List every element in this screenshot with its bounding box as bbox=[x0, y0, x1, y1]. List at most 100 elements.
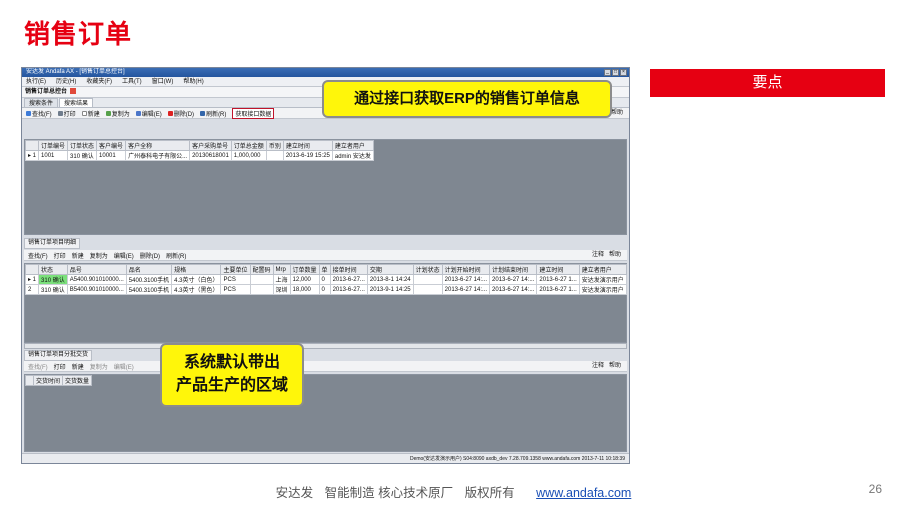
close-icon[interactable]: × bbox=[620, 69, 627, 76]
details-table-row[interactable]: ▸ 1 310 确认 A5400.901010000... 5400.3100手机 4.… bbox=[24, 274, 627, 285]
copy-as-button[interactable]: 复制为 bbox=[105, 109, 130, 118]
split-print-button[interactable]: 打印 bbox=[54, 362, 66, 371]
menu-window[interactable]: 窗口(W) bbox=[152, 77, 174, 86]
menu-tools[interactable]: 工具(T) bbox=[122, 77, 142, 86]
details-table-cell[interactable]: 上海 bbox=[272, 274, 291, 285]
detail-delete-button[interactable]: 删除(D) bbox=[140, 251, 160, 260]
new-button[interactable]: 新建 bbox=[81, 109, 100, 118]
close-form-icon[interactable] bbox=[70, 88, 77, 95]
footer-url-link[interactable]: www.andafa.com bbox=[536, 486, 631, 500]
details-column-header[interactable]: 交期 bbox=[366, 264, 414, 275]
split-column-header[interactable]: 交货数量 bbox=[62, 375, 93, 386]
details-table-cell[interactable]: 5400.3100手机 bbox=[125, 284, 173, 295]
details-column-header[interactable]: 配置码 bbox=[249, 264, 274, 275]
details-table-cell[interactable]: 安达发演示用户 bbox=[578, 274, 627, 285]
orders-column-header[interactable]: 建立时间 bbox=[282, 140, 333, 151]
details-table-cell[interactable]: B5400.901010000... bbox=[66, 284, 127, 295]
refresh-button[interactable]: 刷新(R) bbox=[200, 109, 226, 118]
menu-help[interactable]: 帮助(H) bbox=[183, 77, 203, 86]
row-indicator[interactable]: 2 bbox=[24, 284, 40, 295]
orders-table-cell[interactable]: admin 安达发 bbox=[331, 150, 374, 161]
orders-column-header[interactable]: 客户采购单号 bbox=[189, 140, 232, 151]
menu-history[interactable]: 历史(H) bbox=[56, 77, 76, 86]
details-table-cell[interactable]: 12,000 bbox=[289, 274, 320, 285]
details-column-header[interactable]: 计划状态 bbox=[412, 264, 443, 275]
details-column-header[interactable]: 单 bbox=[318, 264, 331, 275]
detail-copy-as-button[interactable]: 复制为 bbox=[90, 251, 108, 260]
detail-notes-button[interactable]: 注释 bbox=[592, 250, 604, 261]
print-button[interactable]: 打印 bbox=[57, 109, 76, 118]
details-table-cell[interactable]: 深圳 bbox=[272, 284, 291, 295]
detail-edit-button[interactable]: 编辑(E) bbox=[114, 251, 134, 260]
orders-column-header[interactable]: 订单编号 bbox=[38, 140, 69, 151]
details-table-cell[interactable]: 4.3英寸（黑色） bbox=[171, 284, 222, 295]
tab-search-conditions[interactable]: 搜索条件 bbox=[24, 98, 59, 107]
details-table-cell[interactable]: 0 bbox=[318, 274, 331, 285]
details-table-cell[interactable]: PCS bbox=[220, 274, 251, 285]
details-column-header[interactable]: 品号 bbox=[66, 264, 127, 275]
details-table-cell[interactable]: 2013-6-27 14:... bbox=[441, 284, 491, 295]
details-table-cell[interactable]: 0 bbox=[318, 284, 331, 295]
details-table-cell[interactable]: 2013-6-27 14:... bbox=[441, 274, 491, 285]
details-table-cell[interactable]: 310 确认 bbox=[38, 274, 68, 285]
detail-new-button[interactable]: 新建 bbox=[72, 251, 84, 260]
detail-print-button[interactable]: 打印 bbox=[54, 251, 66, 260]
details-column-header[interactable]: 状态 bbox=[38, 264, 68, 275]
find-button[interactable]: 查找(F) bbox=[26, 109, 52, 118]
details-column-header[interactable]: 计划结束时间 bbox=[489, 264, 538, 275]
orders-column-header[interactable]: 币别 bbox=[265, 140, 284, 151]
details-column-header[interactable]: 接单时间 bbox=[329, 264, 368, 275]
details-table-cell[interactable]: 18,000 bbox=[289, 284, 320, 295]
details-column-header[interactable]: 规格 bbox=[171, 264, 222, 275]
delete-button[interactable]: 删除(D) bbox=[167, 109, 194, 118]
details-table-cell[interactable]: 5400.3100手机 bbox=[125, 274, 173, 285]
details-table-cell[interactable]: 2013-6-27... bbox=[329, 274, 368, 285]
orders-column-header[interactable]: 订单总金额 bbox=[230, 140, 267, 151]
details-table-cell[interactable] bbox=[249, 274, 274, 285]
maximize-icon[interactable]: □ bbox=[612, 69, 619, 76]
details-table-cell[interactable]: 2013-9-1 14:25 bbox=[366, 284, 414, 295]
orders-table-cell[interactable]: 10001 bbox=[96, 150, 127, 161]
help-button[interactable]: 帮助 bbox=[611, 108, 623, 119]
orders-column-header[interactable]: 订单状态 bbox=[67, 140, 98, 151]
minimize-icon[interactable]: _ bbox=[604, 69, 611, 76]
details-table-cell[interactable]: 4.3英寸（白色） bbox=[171, 274, 222, 285]
orders-table-cell[interactable]: 2013-6-19 15:25 bbox=[282, 150, 333, 161]
details-table-cell[interactable] bbox=[249, 284, 274, 295]
split-section-label[interactable]: 销售订单项目分批交货 bbox=[24, 350, 93, 361]
details-column-header[interactable]: 主要单位 bbox=[220, 264, 251, 275]
split-edit-button[interactable]: 编辑(E) bbox=[114, 362, 134, 371]
orders-column-header[interactable]: 建立者用户 bbox=[331, 140, 374, 151]
details-horizontal-scrollbar[interactable] bbox=[24, 343, 627, 349]
details-table-cell[interactable]: 2013-6-27 14:... bbox=[489, 284, 538, 295]
details-table-cell[interactable] bbox=[412, 274, 443, 285]
details-column-header[interactable]: 计划开始时间 bbox=[441, 264, 491, 275]
row-indicator[interactable]: ▸ 1 bbox=[24, 274, 40, 285]
orders-table-cell[interactable]: 1,000,000 bbox=[230, 150, 267, 161]
details-table-cell[interactable]: 安达发演示用户 bbox=[578, 284, 627, 295]
split-new-button[interactable]: 新建 bbox=[72, 362, 84, 371]
detail-refresh-button[interactable]: 刷新(R) bbox=[166, 251, 186, 260]
edit-button[interactable]: 编辑(E) bbox=[135, 109, 162, 118]
orders-table-cell[interactable]: 310 确认 bbox=[67, 150, 98, 161]
split-help-button[interactable]: 帮助 bbox=[609, 361, 621, 372]
menu-favorites[interactable]: 收藏夹(F) bbox=[86, 77, 112, 86]
split-find-button[interactable]: 查找(F) bbox=[28, 362, 48, 371]
orders-table-row[interactable]: ▸ 1 1001 310 确认 10001 广州泰科电子有限公... 2013061800… bbox=[24, 150, 374, 161]
details-table-cell[interactable]: 310 确认 bbox=[38, 284, 68, 295]
details-column-header[interactable]: 订单数量 bbox=[289, 264, 320, 275]
orders-table-cell[interactable]: 20130618001 bbox=[189, 150, 232, 161]
details-column-header[interactable]: 建立者用户 bbox=[578, 264, 627, 275]
details-table-cell[interactable]: 2013-6-27... bbox=[329, 284, 368, 295]
orders-table-cell[interactable] bbox=[265, 150, 284, 161]
split-notes-button[interactable]: 注释 bbox=[592, 361, 604, 372]
row-indicator[interactable]: ▸ 1 bbox=[24, 150, 40, 161]
details-table-cell[interactable]: 2013-6-27 1... bbox=[536, 274, 580, 285]
orders-table-cell[interactable]: 广州泰科电子有限公... bbox=[125, 150, 191, 161]
detail-find-button[interactable]: 查找(F) bbox=[28, 251, 48, 260]
detail-help-button[interactable]: 帮助 bbox=[609, 250, 621, 261]
details-table-row[interactable]: 2 310 确认 B5400.901010000... 5400.3100手机 4.3英… bbox=[24, 284, 627, 295]
details-table-cell[interactable] bbox=[412, 284, 443, 295]
split-copy-as-button[interactable]: 复制为 bbox=[90, 362, 108, 371]
details-column-header[interactable]: 建立时间 bbox=[536, 264, 580, 275]
